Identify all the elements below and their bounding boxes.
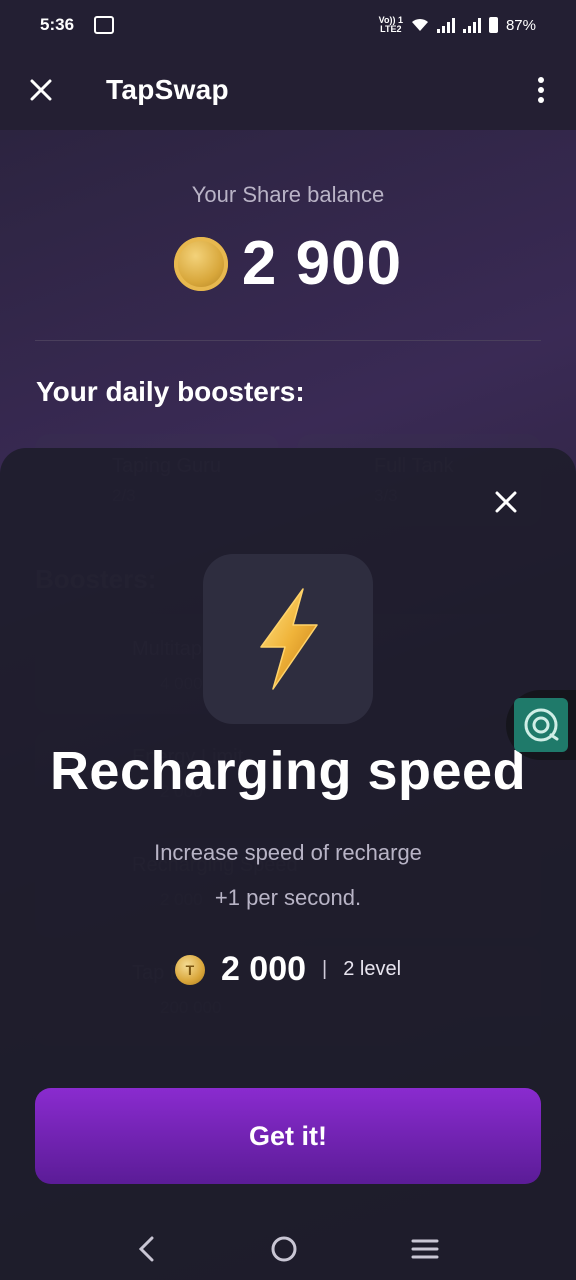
coin-icon (173, 236, 228, 291)
recents-icon[interactable] (411, 1238, 439, 1260)
wifi-icon (411, 18, 428, 31)
divider (35, 340, 541, 341)
close-app-button[interactable] (24, 73, 58, 107)
modal-title: Recharging speed (49, 741, 527, 801)
app-title: TapSwap (106, 74, 229, 105)
floating-widget-icon (514, 698, 568, 752)
dot (538, 77, 544, 83)
volte-indicator: Vo)) 1 LTE2 (378, 15, 403, 34)
price-value: 2 000 (220, 950, 307, 988)
modal-description: Increase speed of recharge +1 per second… (0, 830, 576, 920)
close-icon (495, 491, 517, 513)
battery-icon (488, 17, 498, 33)
balance-value: 2 900 (241, 229, 403, 298)
booster-icon-tile (203, 554, 373, 724)
get-it-button[interactable]: Get it! (35, 1088, 541, 1184)
status-time: 5:36 (40, 15, 75, 34)
daily-boosters-title: Your daily boosters: (36, 376, 305, 407)
contact-notification-icon (94, 16, 115, 34)
dot (538, 87, 544, 93)
description-line: Increase speed of recharge (154, 840, 422, 865)
system-nav-bar (0, 1218, 576, 1280)
dot (538, 97, 544, 103)
price-row: T 2 000 | 2 level (0, 950, 576, 989)
price-separator: | (322, 958, 328, 980)
level-text: 2 level (343, 958, 402, 980)
floating-widget[interactable] (506, 690, 576, 760)
signal-2-icon (462, 17, 481, 33)
home-icon[interactable] (270, 1235, 298, 1263)
lightning-bolt-icon (260, 588, 318, 690)
signal-1-icon (436, 17, 455, 33)
status-icons: Vo)) 1 LTE2 87% (379, 16, 536, 34)
close-modal-button[interactable] (488, 484, 524, 520)
more-options-button[interactable] (530, 73, 552, 107)
balance-row: 2 900 (0, 228, 576, 299)
description-line: +1 per second. (214, 885, 362, 910)
close-icon (30, 79, 52, 101)
balance-label: Your Share balance (191, 182, 385, 207)
app-header: TapSwap (0, 50, 576, 130)
battery-percent: 87% (505, 16, 536, 34)
tapswap-coin-icon: T (174, 954, 205, 985)
status-bar: 5:36 Vo)) 1 LTE2 87% (0, 0, 576, 50)
back-icon[interactable] (137, 1236, 157, 1262)
